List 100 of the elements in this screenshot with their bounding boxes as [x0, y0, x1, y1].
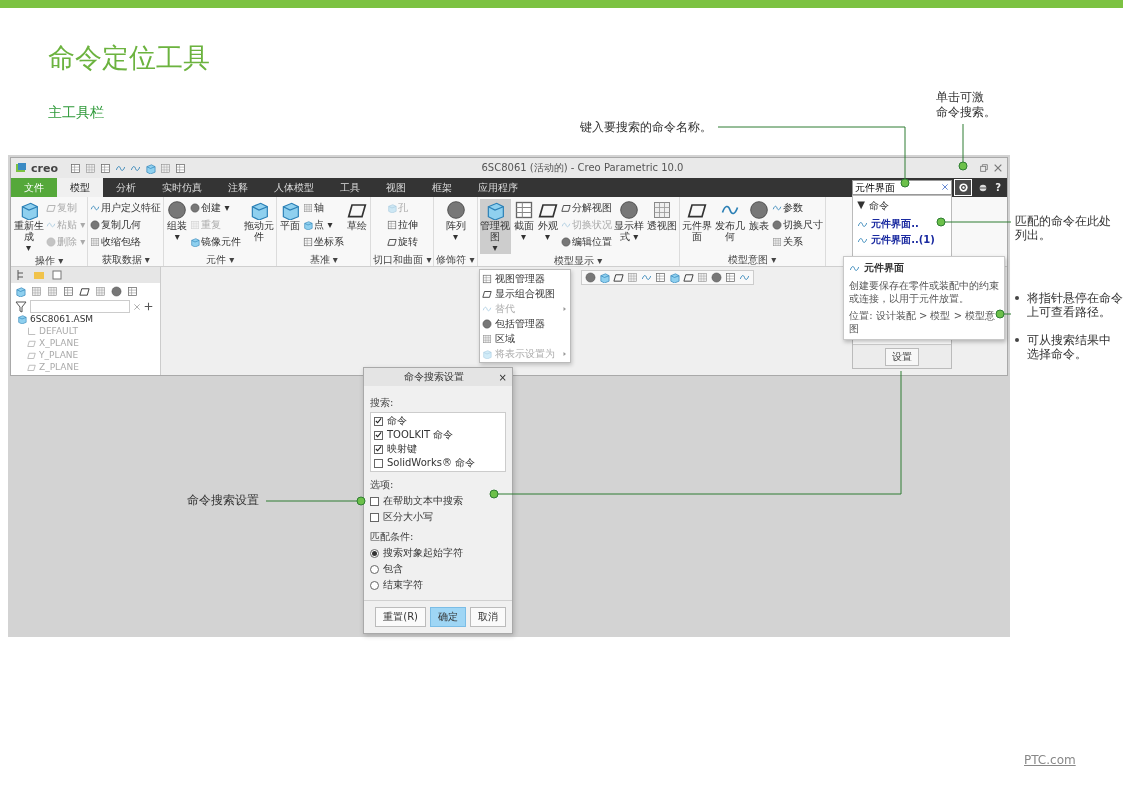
ribbon-tab[interactable]: 注释 [215, 178, 261, 197]
ribbon-tab[interactable]: 工具 [327, 178, 373, 197]
group-label[interactable]: 模型显示 ▾ [479, 254, 677, 267]
ribbon-small-button[interactable]: 用户定义特征 [90, 200, 162, 215]
caret-icon: ▾ [174, 231, 180, 242]
checkbox[interactable] [374, 430, 383, 440]
ribbon-button[interactable]: 发布几何 [714, 199, 746, 253]
ribbon-tab[interactable]: 模型 [57, 178, 103, 197]
ribbon-tab[interactable]: 视图 [373, 178, 419, 197]
ribbon-button[interactable]: 族表 [747, 199, 770, 253]
grid-icon [47, 286, 58, 297]
menu-item[interactable]: 包括管理器 [480, 316, 570, 331]
help-button[interactable]: ? [992, 178, 1007, 197]
collapse-toggle[interactable]: ▼ [857, 199, 865, 213]
group-label[interactable]: 切口和曲面 ▾ [373, 253, 432, 266]
dialog-button[interactable]: 确定 [430, 607, 466, 627]
clear-icon [941, 183, 950, 191]
button-label: 拖动元件 [243, 220, 275, 242]
folder-icon [33, 269, 45, 281]
ribbon-button[interactable]: 平面 [279, 199, 302, 253]
ribbon-button[interactable]: 组装 ▾ [166, 199, 189, 253]
ribbon-small-button[interactable]: 坐标系 [303, 234, 345, 249]
ribbon-small-button[interactable]: 轴 [303, 200, 345, 215]
submenu-arrow-icon [562, 305, 568, 312]
filter-field[interactable] [30, 300, 130, 313]
ribbon-small-button[interactable]: 拉伸 [386, 217, 418, 232]
group-label[interactable]: 模型意图 ▾ [681, 253, 823, 266]
option-label: SolidWorks® 命令 [387, 456, 476, 470]
ribbon-small-button[interactable]: 分解视图 [560, 200, 612, 215]
caret-icon: ▾ [26, 242, 31, 253]
sheet-icon [69, 162, 81, 174]
ribbon-tab[interactable]: 人体模型 [261, 178, 327, 197]
option-label: TOOLKIT 命令 [387, 428, 454, 442]
result-item[interactable]: 元件界面.. [871, 217, 919, 231]
sphere-icon [560, 236, 571, 247]
ribbon-small-button[interactable]: 收缩包络 [90, 234, 162, 249]
tree-item[interactable]: 6SC8061.ASM [30, 314, 94, 324]
ribbon-tab[interactable]: 分析 [103, 178, 149, 197]
ribbon-button[interactable]: 阵列 ▾ [444, 199, 467, 253]
ribbon-button[interactable]: 重新生成 ▾ [13, 199, 44, 254]
callout-text: 可从搜索结果中 [1027, 333, 1111, 347]
ribbon-tab[interactable]: 应用程序 [465, 178, 531, 197]
settings-button[interactable]: 设置 [885, 347, 920, 366]
ribbon-button[interactable]: 显示样式 ▾ [613, 199, 645, 254]
checkbox[interactable] [374, 444, 383, 454]
footer-link[interactable]: PTC.com [1024, 753, 1076, 767]
dialog-button[interactable]: 重置(R) [375, 607, 426, 627]
button-label: 管理视图 [479, 220, 511, 242]
button-label: 平面 [280, 220, 301, 231]
checkbox[interactable] [370, 512, 379, 522]
group-label[interactable]: 元件 ▾ [166, 253, 275, 266]
radio-button[interactable] [370, 564, 379, 574]
result-item[interactable]: 元件界面..(1) [871, 233, 935, 247]
ribbon-button[interactable]: 元件界面 [681, 199, 713, 253]
button-label: 草绘 [347, 220, 368, 231]
ribbon-small-button[interactable]: 镜像元件 [190, 234, 242, 249]
leader-line [958, 123, 968, 171]
menu-item[interactable]: 视图管理器 [480, 271, 570, 286]
ribbon-button[interactable]: 拖动元件 [243, 199, 275, 253]
dialog-button[interactable]: 取消 [470, 607, 506, 627]
ribbon-small-button[interactable]: 参数 [771, 200, 823, 215]
ribbon-tab[interactable]: 实时仿真 [149, 178, 215, 197]
checkbox[interactable] [374, 458, 383, 468]
bullet-icon [1015, 296, 1019, 300]
ribbon-button[interactable]: 外观 ▾ [536, 199, 559, 254]
menu-item[interactable]: 显示组合视图 [480, 286, 570, 301]
checkbox[interactable] [374, 416, 383, 426]
plane-icon [613, 272, 624, 283]
window-title: 6SC8061 (活动的) - Creo Parametric 10.0 [480, 161, 685, 175]
ribbon-button[interactable]: 透视图 [646, 199, 677, 254]
clear-icon [133, 302, 141, 311]
group-label[interactable]: 修饰符 ▾ [436, 253, 475, 266]
button-label: 发布几何 [714, 220, 746, 242]
group-label[interactable]: 操作 ▾ [13, 254, 86, 267]
checkbox[interactable] [370, 496, 379, 506]
ribbon-button[interactable]: 截面 ▾ [512, 199, 535, 254]
ribbon-button[interactable]: 草绘 [346, 199, 369, 253]
radio-button[interactable] [370, 548, 379, 558]
ribbon-small-button[interactable]: 旋转 [386, 234, 418, 249]
ribbon-small-button[interactable]: 切换尺寸 [771, 217, 823, 232]
ribbon-button[interactable]: 管理视图 ▾ [479, 199, 511, 254]
ribbon-small-button[interactable]: 复制几何 [90, 217, 162, 232]
sphere-icon [482, 318, 492, 329]
ribbon-small-button[interactable]: 关系 [771, 234, 823, 249]
radio-button[interactable] [370, 580, 379, 590]
section-label: 搜索: [370, 396, 395, 410]
ribbon-small-button[interactable]: 点 ▾ [303, 217, 345, 232]
ribbon-small-button[interactable]: 编辑位置 [560, 234, 612, 249]
ribbon-tab[interactable]: 框架 [419, 178, 465, 197]
close-button[interactable]: × [498, 371, 507, 383]
plane-icon [560, 202, 571, 213]
search-button[interactable] [954, 179, 973, 196]
globe-icon [978, 182, 989, 193]
group-label[interactable]: 基准 ▾ [279, 253, 369, 266]
button-label: 截面 [513, 220, 534, 231]
ribbon-small-button[interactable]: 创建 ▾ [190, 200, 242, 215]
search-field[interactable]: 元件界面 [852, 180, 953, 195]
menu-item[interactable]: 区域 [480, 331, 570, 346]
group-label[interactable]: 获取数据 ▾ [90, 253, 162, 266]
sphere-icon [748, 200, 769, 220]
